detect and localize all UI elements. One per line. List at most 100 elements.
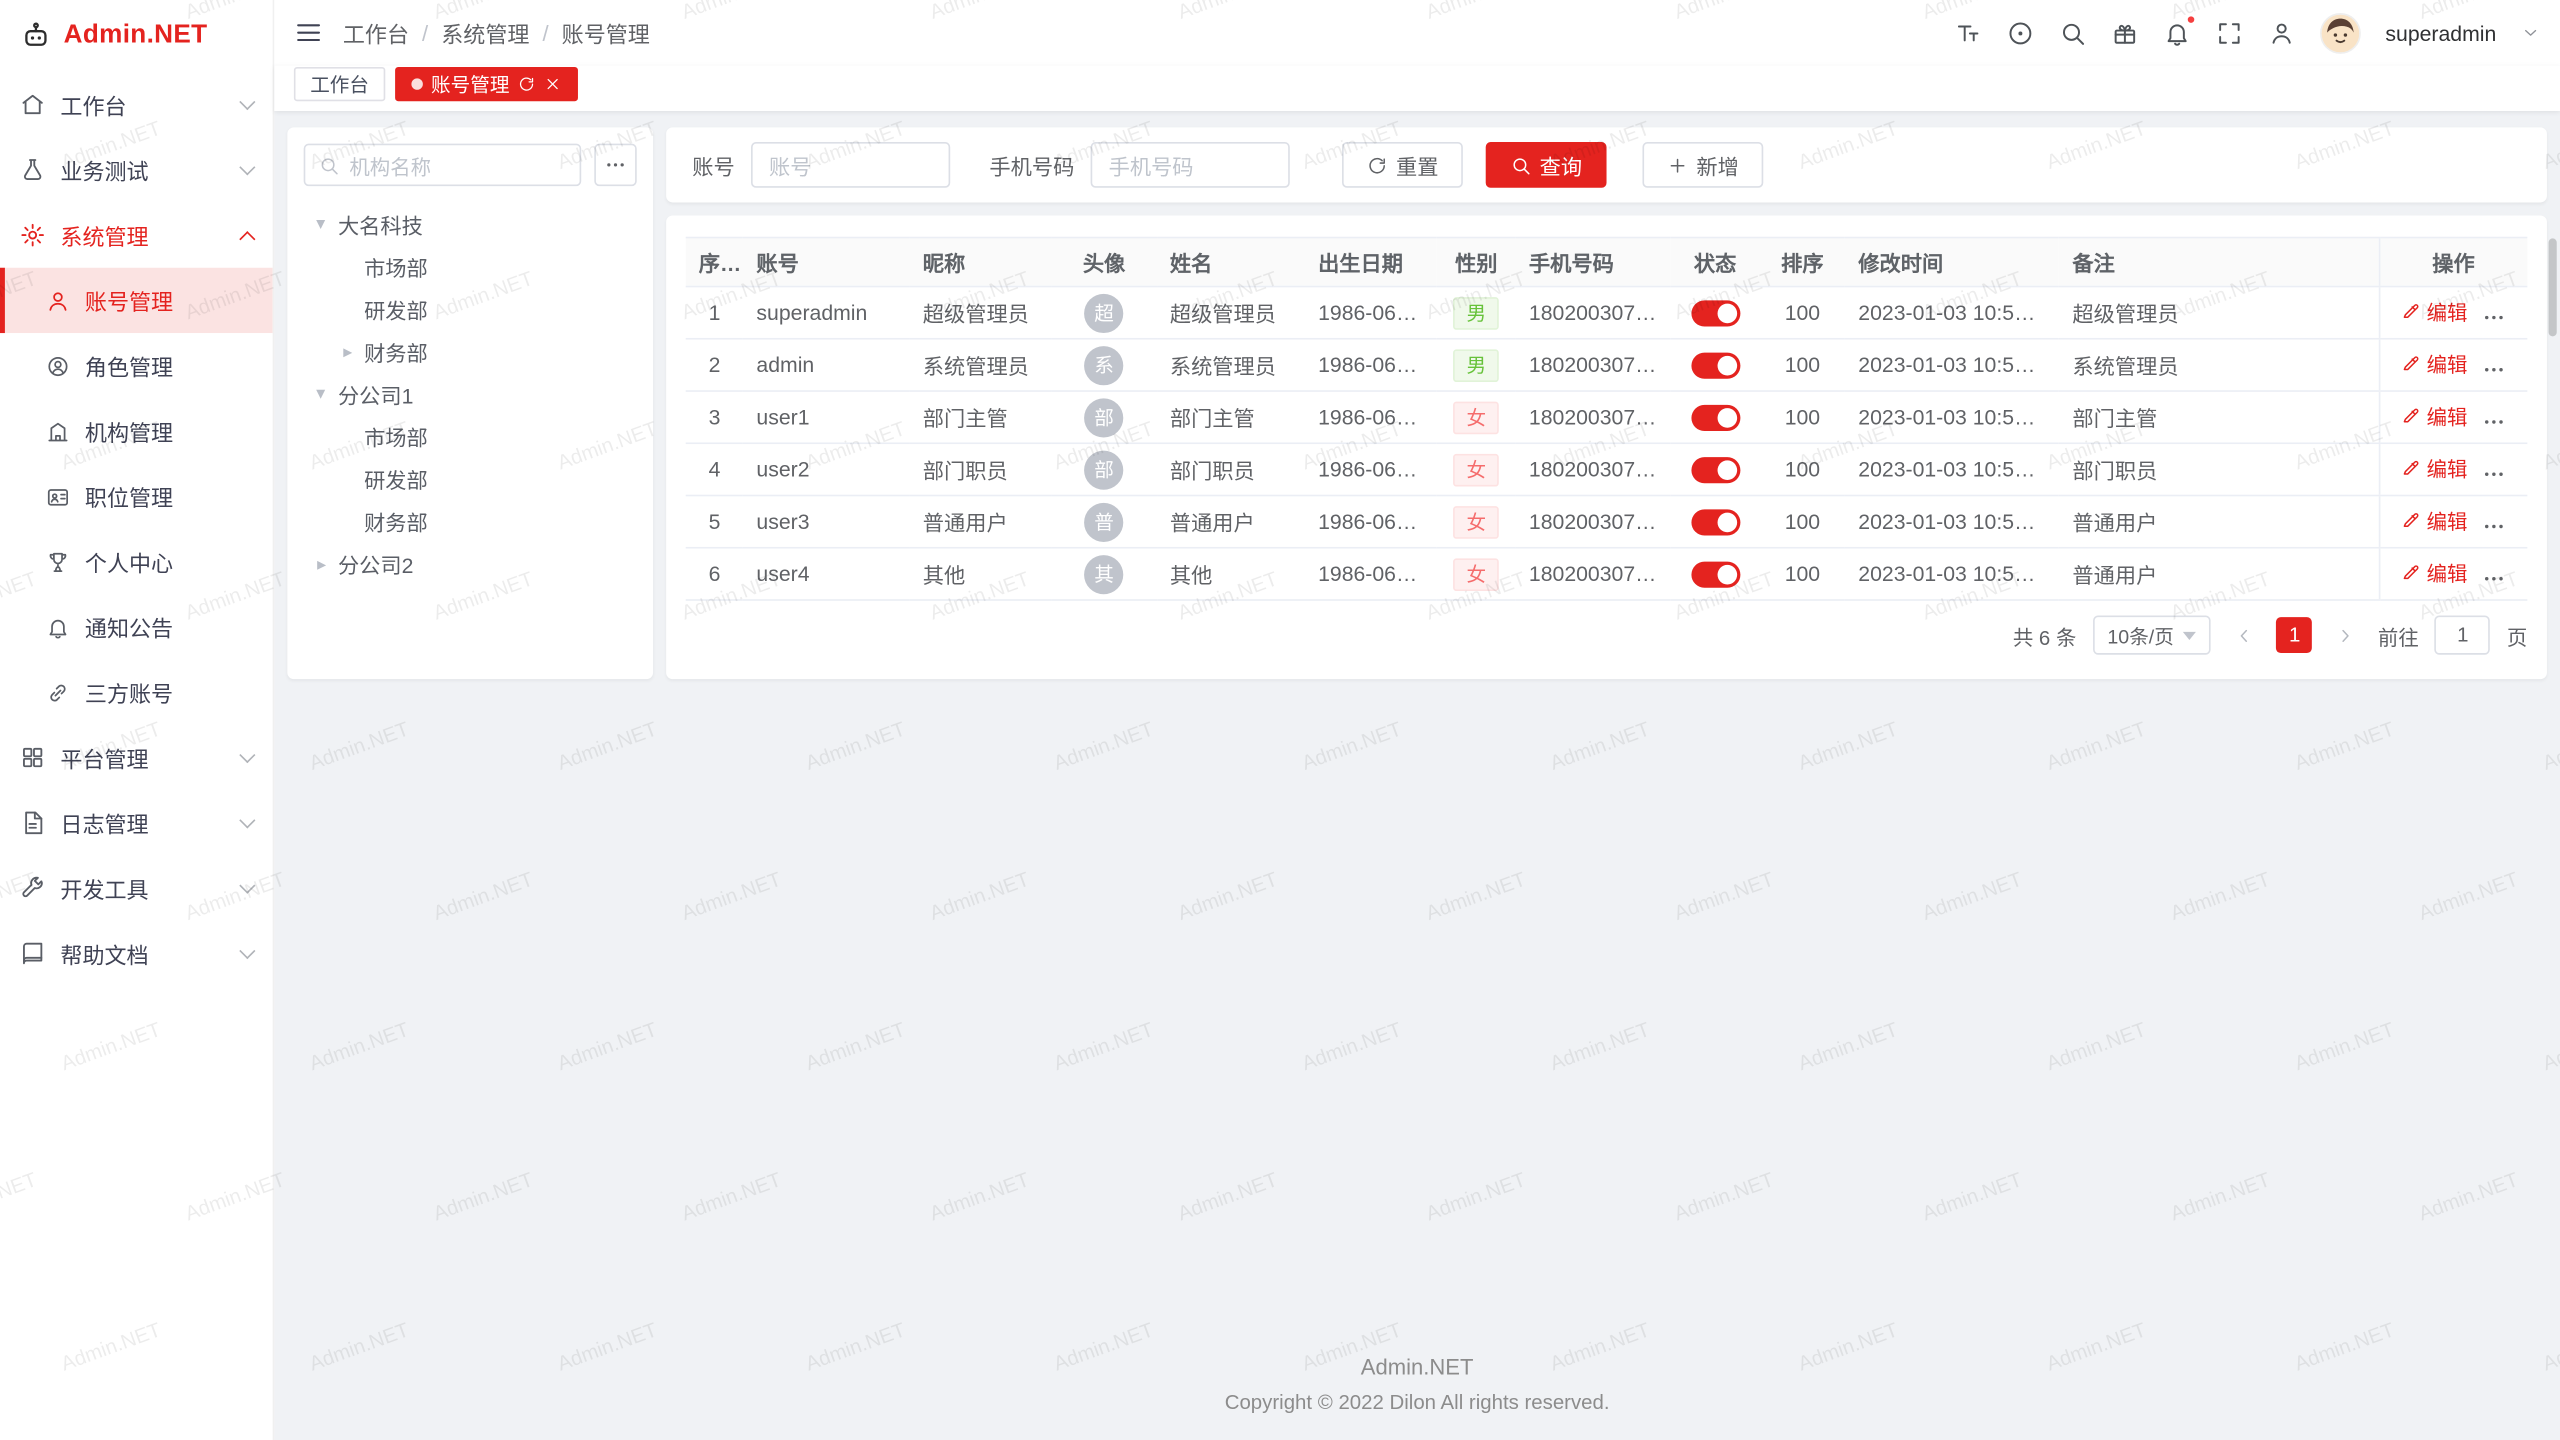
- tree-node[interactable]: ▸大名科技: [304, 202, 637, 244]
- font-size-icon[interactable]: [1954, 19, 1982, 47]
- goto-page-input[interactable]: 1: [2435, 616, 2491, 655]
- org-tree: ▸大名科技▸市场部▸研发部▸财务部▸分公司1▸市场部▸研发部▸财务部▸分公司2: [304, 202, 637, 584]
- next-page-button[interactable]: [2329, 619, 2362, 652]
- sidebar-item-notice-announcement[interactable]: 通知公告: [0, 594, 273, 659]
- status-toggle[interactable]: [1691, 509, 1740, 535]
- tree-expand-icon[interactable]: ▸: [311, 382, 332, 405]
- chevron-down-icon[interactable]: [2521, 23, 2541, 43]
- reset-button[interactable]: 重置: [1342, 142, 1463, 188]
- notification-icon[interactable]: [2163, 19, 2191, 47]
- gift-icon[interactable]: [2111, 19, 2139, 47]
- sidebar-item-thirdparty-account[interactable]: 三方账号: [0, 660, 273, 725]
- sidebar-item-help-docs[interactable]: 帮助文档: [0, 921, 273, 986]
- tree-node[interactable]: ▸分公司2: [304, 542, 637, 584]
- edit-button[interactable]: 编辑: [2400, 401, 2467, 432]
- row-more-icon[interactable]: [2482, 461, 2506, 485]
- tree-node[interactable]: ▸财务部: [304, 330, 637, 372]
- edit-label: 编辑: [2427, 296, 2468, 327]
- sidebar-item-log-management[interactable]: 日志管理: [0, 790, 273, 855]
- breadcrumb-item[interactable]: 工作台: [343, 16, 409, 49]
- prev-page-button[interactable]: [2228, 619, 2261, 652]
- menu-label: 日志管理: [60, 807, 148, 840]
- chevron-up-icon: [239, 230, 255, 246]
- gender-cell: 女: [1437, 391, 1516, 443]
- tree-expand-icon[interactable]: ▸: [336, 340, 359, 361]
- status-toggle[interactable]: [1691, 561, 1740, 587]
- row-more-icon[interactable]: [2482, 566, 2506, 590]
- close-icon[interactable]: [544, 75, 562, 93]
- edit-button[interactable]: 编辑: [2400, 453, 2467, 484]
- page-size-select[interactable]: 10条/页: [2093, 616, 2212, 655]
- cell: 超级管理员: [2059, 287, 2379, 339]
- ops-cell: 编辑: [2379, 287, 2527, 339]
- cell: 其他: [910, 548, 1052, 600]
- status-toggle[interactable]: [1691, 405, 1740, 431]
- sidebar-item-account-management[interactable]: 账号管理: [0, 268, 273, 333]
- breadcrumb-separator: /: [422, 20, 428, 44]
- tree-node[interactable]: ▸研发部: [304, 457, 637, 499]
- status-toggle[interactable]: [1691, 457, 1740, 483]
- account-input[interactable]: 账号: [751, 142, 950, 188]
- menu-collapse-icon[interactable]: [294, 18, 323, 47]
- tree-node[interactable]: ▸财务部: [304, 500, 637, 542]
- more-actions-button[interactable]: [594, 144, 636, 186]
- sidebar-item-dev-tools[interactable]: 开发工具: [0, 856, 273, 921]
- sidebar-item-org-management[interactable]: 机构管理: [0, 398, 273, 463]
- logo[interactable]: Admin.NET: [0, 0, 273, 72]
- row-more-icon[interactable]: [2482, 357, 2506, 381]
- cell: 1986-06-28: [1305, 548, 1437, 600]
- row-more-icon[interactable]: [2482, 305, 2506, 329]
- tab-account-management[interactable]: 账号管理: [395, 67, 578, 101]
- edit-button[interactable]: 编辑: [2400, 349, 2467, 380]
- breadcrumb-item[interactable]: 账号管理: [562, 16, 650, 49]
- column-header: 性别: [1437, 238, 1516, 287]
- sidebar-item-business-test[interactable]: 业务测试: [0, 137, 273, 202]
- sidebar-item-role-management[interactable]: 角色管理: [0, 333, 273, 398]
- row-more-icon[interactable]: [2482, 514, 2506, 538]
- sidebar-item-personal-center[interactable]: 个人中心: [0, 529, 273, 594]
- refresh-icon[interactable]: [518, 75, 536, 93]
- breadcrumb-item[interactable]: 系统管理: [441, 16, 529, 49]
- sidebar-item-platform-management[interactable]: 平台管理: [0, 725, 273, 790]
- tree-node[interactable]: ▸ 分公司1: [304, 372, 637, 414]
- row-more-icon[interactable]: [2482, 409, 2506, 433]
- cell: 1986-06-28: [1305, 443, 1437, 495]
- tab-workbench[interactable]: 工作台: [294, 67, 385, 101]
- tree-node[interactable]: ▸市场部: [304, 245, 637, 287]
- tree-expand-icon[interactable]: ▸: [310, 553, 333, 574]
- column-header: 操作: [2379, 238, 2527, 287]
- fullscreen-icon[interactable]: [2216, 19, 2244, 47]
- user-icon[interactable]: [2268, 19, 2296, 47]
- edit-button[interactable]: 编辑: [2400, 558, 2467, 589]
- cell: 2023-01-03 10:59:44: [1845, 287, 2059, 339]
- phone-input[interactable]: 手机号码: [1091, 142, 1290, 188]
- search-button[interactable]: 查询: [1486, 142, 1607, 188]
- page-1-button[interactable]: 1: [2277, 617, 2313, 653]
- menu-label: 个人中心: [85, 545, 173, 578]
- sidebar-item-system-management[interactable]: 系统管理: [0, 202, 273, 267]
- status-toggle[interactable]: [1691, 352, 1740, 378]
- username[interactable]: superadmin: [2385, 20, 2496, 44]
- edit-button[interactable]: 编辑: [2400, 296, 2467, 327]
- add-button[interactable]: 新增: [1643, 142, 1764, 188]
- page-unit-label: 页: [2507, 620, 2527, 651]
- top-header: 工作台/系统管理/账号管理 superadmin: [274, 0, 2560, 65]
- tree-node-label: 分公司1: [338, 378, 413, 409]
- edit-button[interactable]: 编辑: [2400, 505, 2467, 536]
- theme-icon[interactable]: [2007, 19, 2035, 47]
- tree-expand-icon[interactable]: ▸: [311, 212, 332, 235]
- sidebar-item-position-management[interactable]: 职位管理: [0, 464, 273, 529]
- org-search-input[interactable]: 机构名称: [304, 144, 582, 186]
- search-icon[interactable]: [2059, 19, 2087, 47]
- scrollbar-thumb[interactable]: [2549, 238, 2557, 336]
- cell: 2023-01-03 10:59:44: [1845, 496, 2059, 548]
- avatar[interactable]: [2320, 12, 2361, 53]
- tree-node[interactable]: ▸研发部: [304, 287, 637, 329]
- search-label: 查询: [1540, 149, 1582, 180]
- gender-badge: 女: [1453, 453, 1499, 486]
- avatar-cell: 普: [1051, 496, 1156, 548]
- cell: 100: [1760, 339, 1846, 391]
- status-toggle[interactable]: [1691, 300, 1740, 326]
- sidebar-item-workbench[interactable]: 工作台: [0, 72, 273, 137]
- tree-node[interactable]: ▸市场部: [304, 415, 637, 457]
